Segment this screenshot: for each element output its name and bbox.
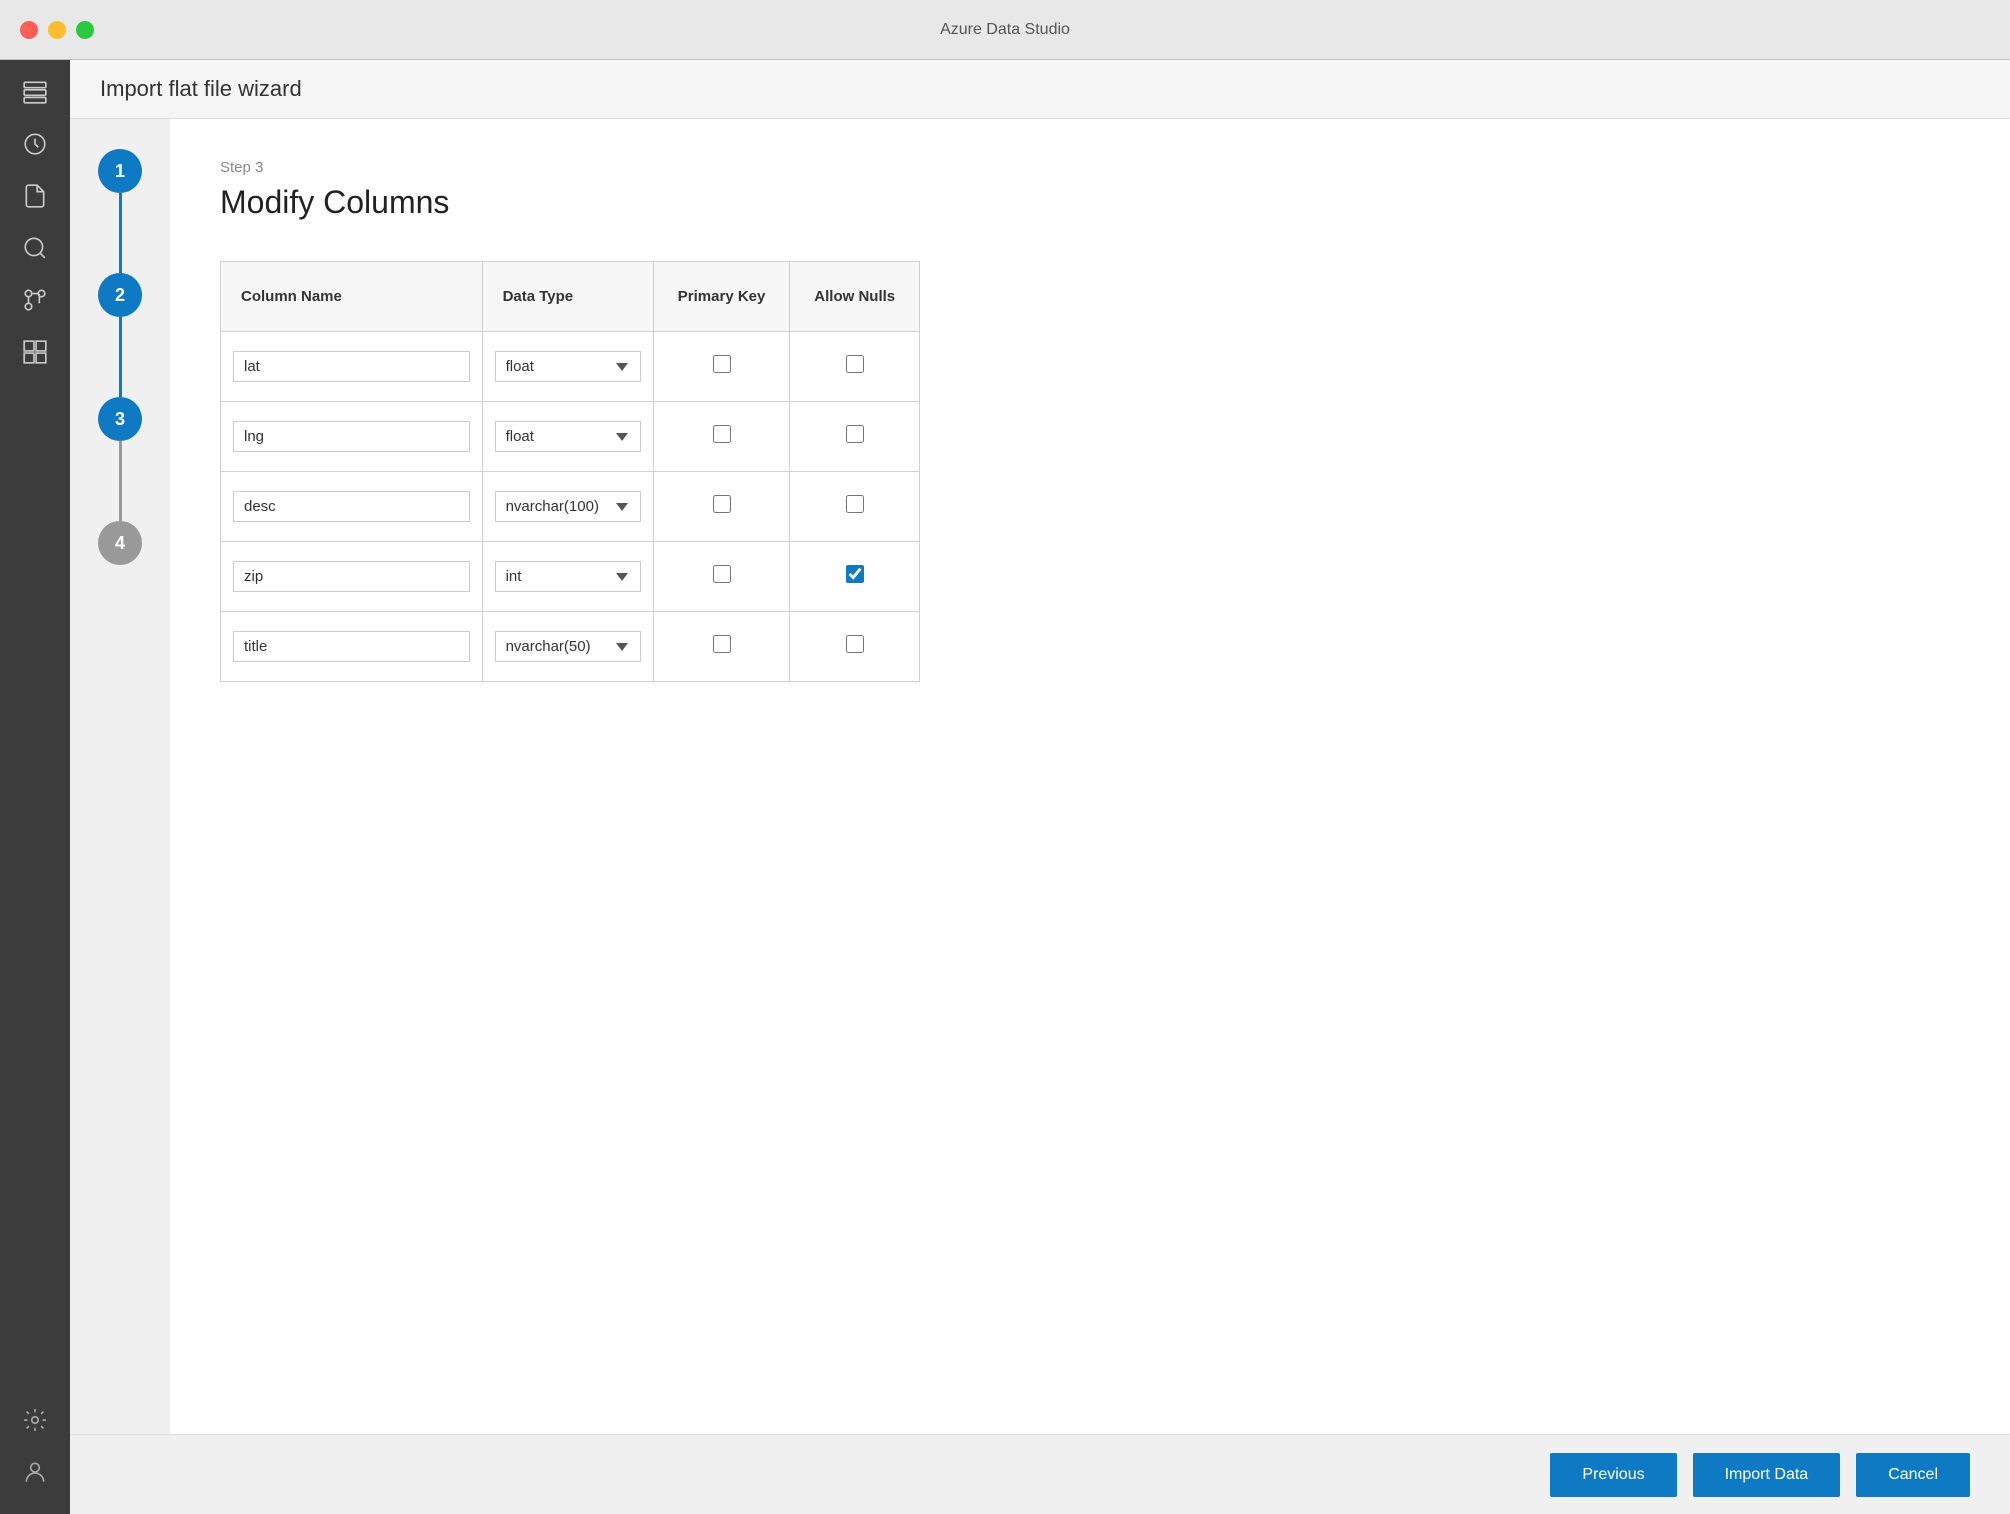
nulls-checkbox-2[interactable]	[846, 495, 864, 513]
col-type-select-2[interactable]: floatintnvarchar(50)nvarchar(100)nvarcha…	[495, 491, 641, 522]
window-controls	[20, 21, 94, 39]
sidebar-icon-search[interactable]	[13, 226, 57, 270]
cell-nulls-4	[790, 612, 920, 682]
stepper-circle-1: 1	[98, 149, 142, 193]
wizard-header-title: Import flat file wizard	[100, 76, 302, 101]
sidebar-icon-file[interactable]	[13, 174, 57, 218]
cell-nulls-3	[790, 542, 920, 612]
sidebar-icon-account[interactable]	[13, 1450, 57, 1494]
sidebar-icon-server[interactable]	[13, 70, 57, 114]
col-type-select-1[interactable]: floatintnvarchar(50)nvarchar(100)nvarcha…	[495, 421, 641, 452]
minimize-button[interactable]	[48, 21, 66, 39]
cancel-button[interactable]: Cancel	[1856, 1453, 1970, 1497]
pk-checkbox-1[interactable]	[713, 425, 731, 443]
col-header-name: Column Name	[221, 262, 483, 332]
stepper-line-2	[119, 317, 122, 397]
pk-checkbox-3[interactable]	[713, 565, 731, 583]
col-type-select-4[interactable]: floatintnvarchar(50)nvarchar(100)nvarcha…	[495, 631, 641, 662]
stepper-line-1	[119, 193, 122, 273]
col-header-pk: Primary Key	[653, 262, 790, 332]
col-name-input-4[interactable]	[233, 631, 470, 662]
sidebar-icon-history[interactable]	[13, 122, 57, 166]
wizard-header: Import flat file wizard	[70, 60, 2010, 119]
cell-pk-1	[653, 402, 790, 472]
nulls-checkbox-4[interactable]	[846, 635, 864, 653]
cell-nulls-2	[790, 472, 920, 542]
col-header-nulls: Allow Nulls	[790, 262, 920, 332]
col-name-input-2[interactable]	[233, 491, 470, 522]
stepper-item-4: 4	[98, 521, 142, 565]
table-row: floatintnvarchar(50)nvarchar(100)nvarcha…	[221, 542, 920, 612]
activity-bar	[0, 60, 70, 1514]
col-name-input-1[interactable]	[233, 421, 470, 452]
pk-checkbox-0[interactable]	[713, 355, 731, 373]
import-data-button[interactable]: Import Data	[1693, 1453, 1841, 1497]
sidebar-icon-extensions[interactable]	[13, 330, 57, 374]
stepper-item-2: 2	[98, 273, 142, 397]
step-label: Step 3	[220, 159, 1960, 176]
cell-type-0: floatintnvarchar(50)nvarchar(100)nvarcha…	[482, 332, 653, 402]
col-header-type: Data Type	[482, 262, 653, 332]
maximize-button[interactable]	[76, 21, 94, 39]
cell-type-1: floatintnvarchar(50)nvarchar(100)nvarcha…	[482, 402, 653, 472]
table-row: floatintnvarchar(50)nvarchar(100)nvarcha…	[221, 402, 920, 472]
table-row: floatintnvarchar(50)nvarchar(100)nvarcha…	[221, 472, 920, 542]
wizard-panel: Step 3 Modify Columns Column Name Data T…	[170, 119, 2010, 1434]
cell-pk-3	[653, 542, 790, 612]
table-row: floatintnvarchar(50)nvarchar(100)nvarcha…	[221, 332, 920, 402]
cell-nulls-0	[790, 332, 920, 402]
stepper: 1 2 3 4	[70, 119, 170, 1434]
previous-button[interactable]: Previous	[1550, 1453, 1676, 1497]
wizard-footer: Previous Import Data Cancel	[70, 1434, 2010, 1514]
cell-name-2	[221, 472, 483, 542]
table-row: floatintnvarchar(50)nvarchar(100)nvarcha…	[221, 612, 920, 682]
stepper-circle-2: 2	[98, 273, 142, 317]
cell-name-4	[221, 612, 483, 682]
close-button[interactable]	[20, 21, 38, 39]
cell-name-1	[221, 402, 483, 472]
col-type-select-0[interactable]: floatintnvarchar(50)nvarchar(100)nvarcha…	[495, 351, 641, 382]
stepper-circle-4: 4	[98, 521, 142, 565]
col-type-select-3[interactable]: floatintnvarchar(50)nvarchar(100)nvarcha…	[495, 561, 641, 592]
pk-checkbox-2[interactable]	[713, 495, 731, 513]
cell-type-3: floatintnvarchar(50)nvarchar(100)nvarcha…	[482, 542, 653, 612]
col-name-input-3[interactable]	[233, 561, 470, 592]
titlebar: Azure Data Studio	[0, 0, 2010, 60]
cell-pk-4	[653, 612, 790, 682]
step-title: Modify Columns	[220, 184, 1960, 221]
sidebar-icon-git[interactable]	[13, 278, 57, 322]
cell-type-2: floatintnvarchar(50)nvarchar(100)nvarcha…	[482, 472, 653, 542]
sidebar-icon-settings[interactable]	[13, 1398, 57, 1442]
cell-type-4: floatintnvarchar(50)nvarchar(100)nvarcha…	[482, 612, 653, 682]
stepper-line-3	[119, 441, 122, 521]
columns-table: Column Name Data Type Primary Key Allow …	[220, 261, 920, 682]
nulls-checkbox-3[interactable]	[846, 565, 864, 583]
cell-nulls-1	[790, 402, 920, 472]
app-title: Azure Data Studio	[940, 21, 1070, 39]
cell-name-0	[221, 332, 483, 402]
stepper-item-3: 3	[98, 397, 142, 521]
nulls-checkbox-0[interactable]	[846, 355, 864, 373]
nulls-checkbox-1[interactable]	[846, 425, 864, 443]
col-name-input-0[interactable]	[233, 351, 470, 382]
cell-name-3	[221, 542, 483, 612]
pk-checkbox-4[interactable]	[713, 635, 731, 653]
stepper-item-1: 1	[98, 149, 142, 273]
cell-pk-2	[653, 472, 790, 542]
cell-pk-0	[653, 332, 790, 402]
stepper-circle-3: 3	[98, 397, 142, 441]
